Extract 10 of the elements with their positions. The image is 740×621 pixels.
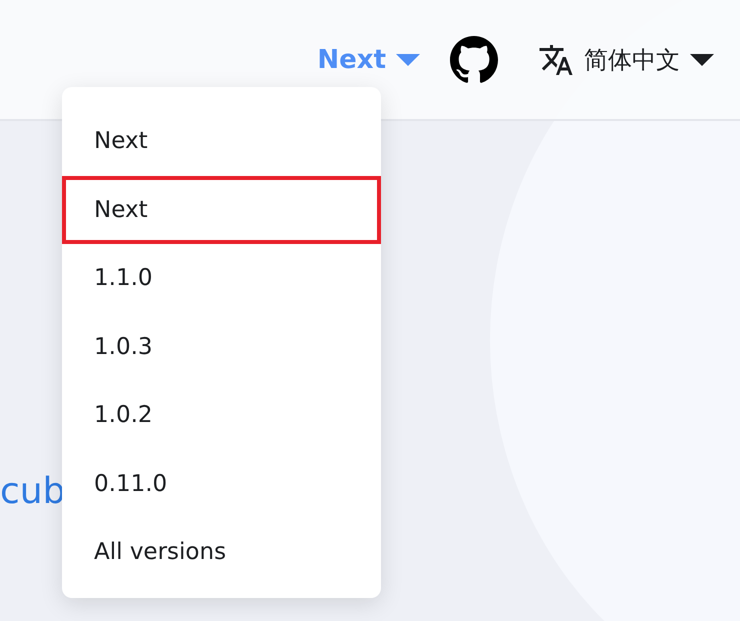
menu-item[interactable]: Next — [62, 176, 381, 244]
language-dropdown[interactable]: 简体中文 — [538, 42, 714, 78]
caret-icon — [690, 54, 714, 66]
menu-item[interactable]: 1.0.3 — [62, 312, 381, 381]
menu-item[interactable]: All versions — [62, 518, 381, 586]
menu-item[interactable]: Next — [62, 107, 381, 176]
menu-item[interactable]: 1.0.2 — [62, 381, 381, 450]
caret-icon — [396, 54, 420, 66]
menu-item[interactable]: 1.1.0 — [62, 244, 381, 312]
github-icon[interactable] — [450, 36, 498, 84]
